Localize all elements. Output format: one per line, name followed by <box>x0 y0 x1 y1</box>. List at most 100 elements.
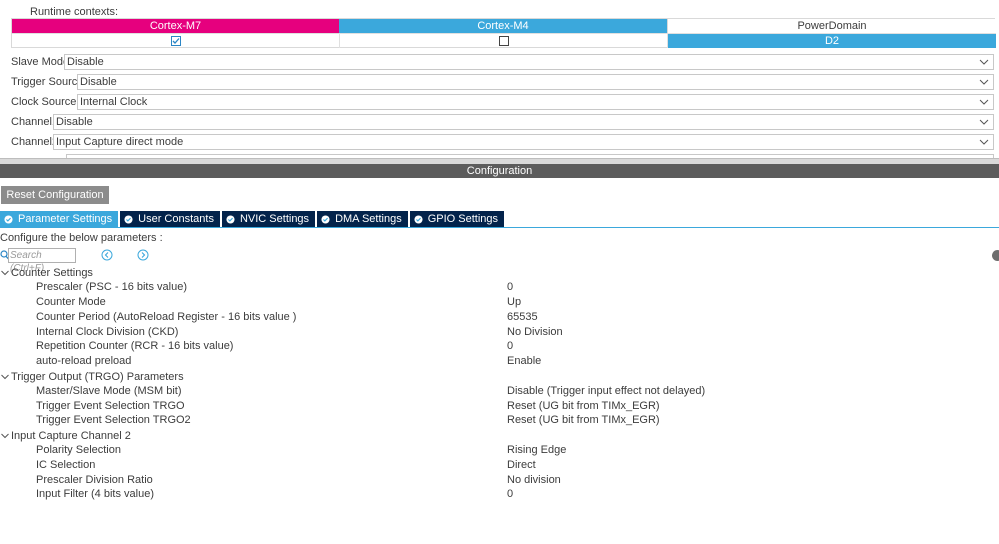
param-value[interactable]: Reset (UG bit from TIMx_EGR) <box>507 414 660 426</box>
param-value[interactable]: Direct <box>507 459 536 471</box>
param-row[interactable]: IC Selection Direct <box>0 459 999 473</box>
tab-label: GPIO Settings <box>427 213 499 225</box>
chevron-down-icon <box>1 374 9 380</box>
param-value[interactable]: Reset (UG bit from TIMx_EGR) <box>507 400 660 412</box>
clock-source-select[interactable]: Internal Clock <box>77 94 994 110</box>
search-next-icon[interactable] <box>137 249 149 261</box>
tab-underline <box>0 227 999 228</box>
slave-mode-select[interactable]: Disable <box>64 54 994 70</box>
configuration-tabs: Parameter Settings User Constants NVIC S… <box>0 211 506 227</box>
param-name: Trigger Event Selection TRGO <box>36 400 185 412</box>
configure-instruction: Configure the below parameters : <box>0 232 163 244</box>
tab-gpio-settings[interactable]: GPIO Settings <box>409 211 505 227</box>
mode-row-slave-mode: Slave Mode <box>11 54 71 70</box>
mode-label: Slave Mode <box>11 56 70 68</box>
select-value: Disable <box>67 56 104 68</box>
power-domain-value[interactable]: D2 <box>667 33 996 48</box>
param-value[interactable]: Up <box>507 296 521 308</box>
param-name: Input Filter (4 bits value) <box>36 488 154 500</box>
power-domain-header: PowerDomain <box>667 19 996 33</box>
configuration-title: Configuration <box>0 164 999 178</box>
mode-label: Channel2 <box>11 136 59 148</box>
channel2-select[interactable]: Input Capture direct mode <box>53 134 994 150</box>
param-row[interactable]: Repetition Counter (RCR - 16 bits value)… <box>0 340 999 354</box>
group-title: Input Capture Channel 2 <box>11 430 131 442</box>
param-row[interactable]: Counter Mode Up <box>0 296 999 310</box>
search-previous-icon[interactable] <box>101 249 113 261</box>
tab-parameter-settings[interactable]: Parameter Settings <box>0 211 119 227</box>
runtime-contexts-label: Runtime contexts: <box>30 6 119 18</box>
param-row[interactable]: Master/Slave Mode (MSM bit) Disable (Tri… <box>0 385 999 399</box>
chevron-down-icon <box>979 79 989 85</box>
cortex-m7-checkbox[interactable] <box>170 36 181 46</box>
chevron-down-icon <box>979 139 989 145</box>
param-value[interactable]: 0 <box>507 281 513 293</box>
context-header-cortex-m4: Cortex-M4 <box>339 19 667 33</box>
runtime-contexts-table: Cortex-M7 Cortex-M4 PowerDomain D2 <box>11 18 996 48</box>
group-trigger-output-parameters[interactable]: Trigger Output (TRGO) Parameters <box>0 370 184 384</box>
param-row[interactable]: Trigger Event Selection TRGO2 Reset (UG … <box>0 414 999 428</box>
param-name: Master/Slave Mode (MSM bit) <box>36 385 182 397</box>
tab-label: Parameter Settings <box>18 213 113 225</box>
mode-row-clock-source: Clock Source <box>11 94 78 110</box>
param-value[interactable]: Rising Edge <box>507 444 566 456</box>
mode-label: Channel1 <box>11 116 59 128</box>
search-row: Search (Ctrl+F) <box>0 248 999 274</box>
param-name: Repetition Counter (RCR - 16 bits value) <box>36 340 234 352</box>
select-value: Internal Clock <box>80 96 148 108</box>
param-value[interactable]: 65535 <box>507 311 538 323</box>
param-row[interactable]: Input Filter (4 bits value) 0 <box>0 488 999 502</box>
check-circle-icon <box>414 214 423 224</box>
group-input-capture-channel-2[interactable]: Input Capture Channel 2 <box>0 429 131 443</box>
tab-label: User Constants <box>138 213 214 225</box>
param-name: auto-reload preload <box>36 355 132 367</box>
tab-label: NVIC Settings <box>239 213 310 225</box>
param-row[interactable]: Counter Period (AutoReload Register - 16… <box>0 311 999 325</box>
context-cell-cortex-m7 <box>12 33 339 48</box>
group-counter-settings[interactable]: Counter Settings <box>0 266 93 280</box>
check-circle-icon <box>4 214 13 224</box>
tab-label: DMA Settings <box>335 213 402 225</box>
channel1-select[interactable]: Disable <box>53 114 994 130</box>
param-value[interactable]: 0 <box>507 488 513 500</box>
param-value[interactable]: No division <box>507 474 561 486</box>
check-circle-icon <box>321 214 330 224</box>
param-name: IC Selection <box>36 459 96 471</box>
trigger-source-select[interactable]: Disable <box>77 74 994 90</box>
tab-dma-settings[interactable]: DMA Settings <box>317 211 408 227</box>
param-value[interactable]: 0 <box>507 340 513 352</box>
param-row[interactable]: Internal Clock Division (CKD) No Divisio… <box>0 326 999 340</box>
chevron-down-icon <box>979 59 989 65</box>
select-value: Disable <box>56 116 93 128</box>
param-row[interactable]: auto-reload preload Enable <box>0 355 999 369</box>
param-name: Prescaler (PSC - 16 bits value) <box>36 281 187 293</box>
param-row[interactable]: Polarity Selection Rising Edge <box>0 444 999 458</box>
param-name: Prescaler Division Ratio <box>36 474 153 486</box>
chevron-down-icon <box>1 270 9 276</box>
param-name: Polarity Selection <box>36 444 121 456</box>
context-header-cortex-m7: Cortex-M7 <box>12 19 339 33</box>
info-icon[interactable] <box>992 250 999 261</box>
mode-row-trigger-source: Trigger Source <box>11 74 85 90</box>
param-value[interactable]: Disable (Trigger input effect not delaye… <box>507 385 705 397</box>
tab-nvic-settings[interactable]: NVIC Settings <box>221 211 316 227</box>
tab-user-constants[interactable]: User Constants <box>120 211 220 227</box>
mode-label: Trigger Source <box>11 76 84 88</box>
select-value: Input Capture direct mode <box>56 136 184 148</box>
param-row[interactable]: Prescaler Division Ratio No division <box>0 474 999 488</box>
param-name: Trigger Event Selection TRGO2 <box>36 414 191 426</box>
param-row[interactable]: Prescaler (PSC - 16 bits value) 0 <box>0 281 999 295</box>
chevron-down-icon <box>979 119 989 125</box>
param-name: Counter Period (AutoReload Register - 16… <box>36 311 297 323</box>
param-value[interactable]: Enable <box>507 355 541 367</box>
group-title: Trigger Output (TRGO) Parameters <box>11 371 184 383</box>
cortex-m4-checkbox[interactable] <box>498 36 509 46</box>
check-circle-icon <box>124 214 133 224</box>
param-name: Internal Clock Division (CKD) <box>36 326 179 338</box>
reset-configuration-button[interactable]: Reset Configuration <box>1 186 109 204</box>
select-value: Disable <box>80 76 117 88</box>
param-row[interactable]: Trigger Event Selection TRGO Reset (UG b… <box>0 400 999 414</box>
param-value[interactable]: No Division <box>507 326 563 338</box>
search-input[interactable]: Search (Ctrl+F) <box>8 248 76 274</box>
mode-label: Clock Source <box>11 96 77 108</box>
